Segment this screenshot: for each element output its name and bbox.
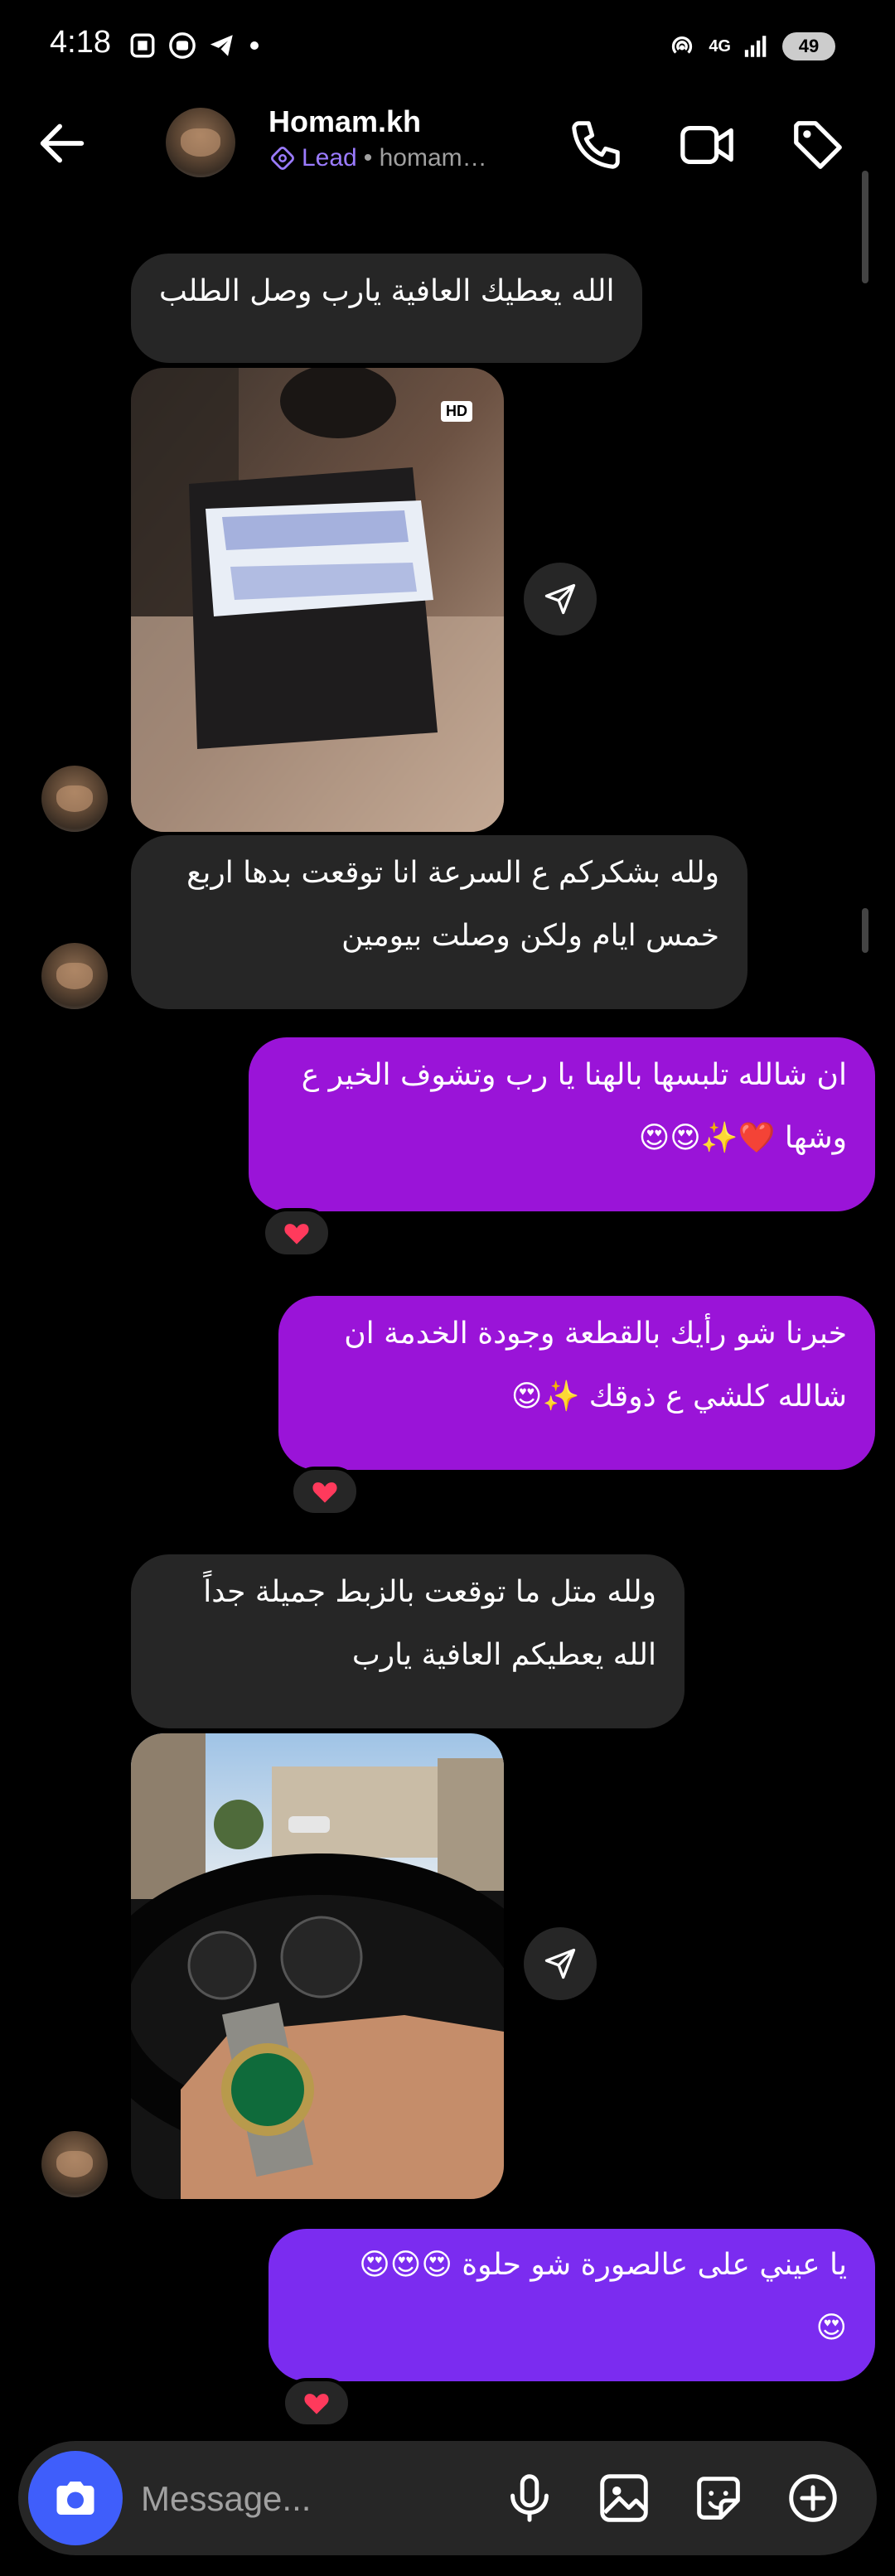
- status-notification-icons: [128, 31, 261, 60]
- lead-label: Lead: [302, 144, 357, 172]
- message-text-line: شالله كلشي ع ذوقك ✨😍: [510, 1380, 847, 1414]
- back-button[interactable]: [33, 114, 91, 172]
- message-composer: [18, 2441, 877, 2555]
- outgoing-message[interactable]: يا عيني على عالصورة شو حلوة 😍😍😍 😍: [268, 2229, 875, 2381]
- incoming-photo-watch[interactable]: [131, 1733, 504, 2199]
- message-text-line: ولله متل ما توقعت بالزبط جميلة جداً: [203, 1575, 656, 1609]
- share-photo-button[interactable]: [524, 1927, 597, 2000]
- status-system-icons: 4G 49: [667, 31, 835, 61]
- send-icon: [544, 583, 576, 615]
- voice-message-button[interactable]: [501, 2469, 559, 2527]
- share-photo-button[interactable]: [524, 563, 597, 636]
- status-time: 4:18: [50, 25, 111, 60]
- dot-icon: [250, 41, 259, 50]
- sticker-icon: [697, 2477, 740, 2520]
- message-text-line: خمس ايام ولكن وصلت بيومين: [341, 919, 719, 953]
- tag-icon: [794, 121, 842, 169]
- message-text: الله يعطيك العافية يارب وصل الطلب: [159, 274, 615, 308]
- contact-avatar[interactable]: [166, 108, 235, 177]
- message-text-line: خبرنا شو رأيك بالقطعة وجودة الخدمة ان: [344, 1317, 847, 1351]
- message-text-line: 😍: [815, 2311, 847, 2345]
- telegram-icon: [210, 35, 233, 56]
- microphone-icon: [510, 2474, 549, 2522]
- heart-reaction[interactable]: [262, 1208, 331, 1258]
- camera-icon: [56, 2482, 94, 2515]
- network-type: 4G: [709, 36, 731, 56]
- signal-icon: [744, 36, 767, 57]
- incoming-message[interactable]: ولله بشكركم ع السرعة انا توقعت بدها اربع…: [131, 835, 747, 1009]
- battery-indicator: 49: [782, 32, 835, 60]
- message-text-line: ولله بشكركم ع السرعة انا توقعت بدها اربع: [186, 856, 719, 890]
- incoming-message[interactable]: ولله متل ما توقعت بالزبط جميلة جداً الله…: [131, 1554, 685, 1728]
- camera-button[interactable]: [28, 2451, 123, 2545]
- outgoing-message[interactable]: ان شالله تلبسها بالهنا يا رب وتشوف الخير…: [249, 1037, 875, 1211]
- package-photo-image: [131, 368, 504, 832]
- message-input[interactable]: [141, 2474, 489, 2524]
- heart-reaction[interactable]: [282, 2378, 351, 2428]
- message-text-line: الله يعطيكم العافية يارب: [351, 1638, 656, 1672]
- video-call-button[interactable]: [678, 116, 736, 174]
- message-text-line: ان شالله تلبسها بالهنا يا رب وتشوف الخير…: [301, 1058, 847, 1092]
- sender-avatar[interactable]: [41, 943, 108, 1009]
- label-button[interactable]: [789, 116, 847, 174]
- scroll-indicator-top[interactable]: [862, 171, 868, 283]
- sender-avatar[interactable]: [41, 766, 108, 832]
- heart-reaction[interactable]: [290, 1467, 360, 1516]
- contact-subtitle: Lead • homam…: [270, 144, 487, 172]
- status-bar: 4:18 4G 49: [0, 0, 895, 98]
- message-text-line: يا عيني على عالصورة شو حلوة 😍😍😍: [359, 2248, 847, 2282]
- contact-handle: • homam…: [363, 144, 487, 172]
- heart-icon: [284, 1224, 309, 1245]
- video-camera-icon: [680, 125, 733, 165]
- contact-name[interactable]: Homam.kh: [268, 104, 421, 139]
- chat-header: Homam.kh Lead • homam…: [0, 98, 895, 191]
- heart-icon: [304, 2394, 329, 2414]
- arrow-left-icon: [40, 123, 85, 163]
- scroll-indicator-mid[interactable]: [862, 908, 868, 953]
- media-icon: [169, 32, 196, 59]
- watch-photo-image: [131, 1733, 504, 2199]
- incoming-message[interactable]: الله يعطيك العافية يارب وصل الطلب: [131, 254, 643, 363]
- hotspot-icon: [672, 36, 693, 54]
- hd-badge: HD: [441, 401, 472, 422]
- outgoing-message[interactable]: خبرنا شو رأيك بالقطعة وجودة الخدمة ان شا…: [278, 1296, 875, 1470]
- call-button[interactable]: [567, 116, 625, 174]
- send-icon: [544, 1948, 576, 1979]
- screenshot-icon: [130, 33, 155, 58]
- message-text-line: وشها ❤️✨😍😍: [638, 1121, 847, 1155]
- sticker-button[interactable]: [689, 2469, 747, 2527]
- incoming-photo-package[interactable]: HD: [131, 368, 504, 832]
- heart-icon: [312, 1482, 337, 1503]
- contact-handle-text: homam…: [379, 144, 487, 172]
- lead-badge-icon: [271, 147, 294, 170]
- gallery-button[interactable]: [595, 2469, 653, 2527]
- more-actions-button[interactable]: [784, 2469, 842, 2527]
- plus-circle-icon: [789, 2474, 837, 2522]
- image-icon: [600, 2474, 648, 2522]
- phone-icon: [572, 121, 620, 169]
- sender-avatar[interactable]: [41, 2131, 108, 2197]
